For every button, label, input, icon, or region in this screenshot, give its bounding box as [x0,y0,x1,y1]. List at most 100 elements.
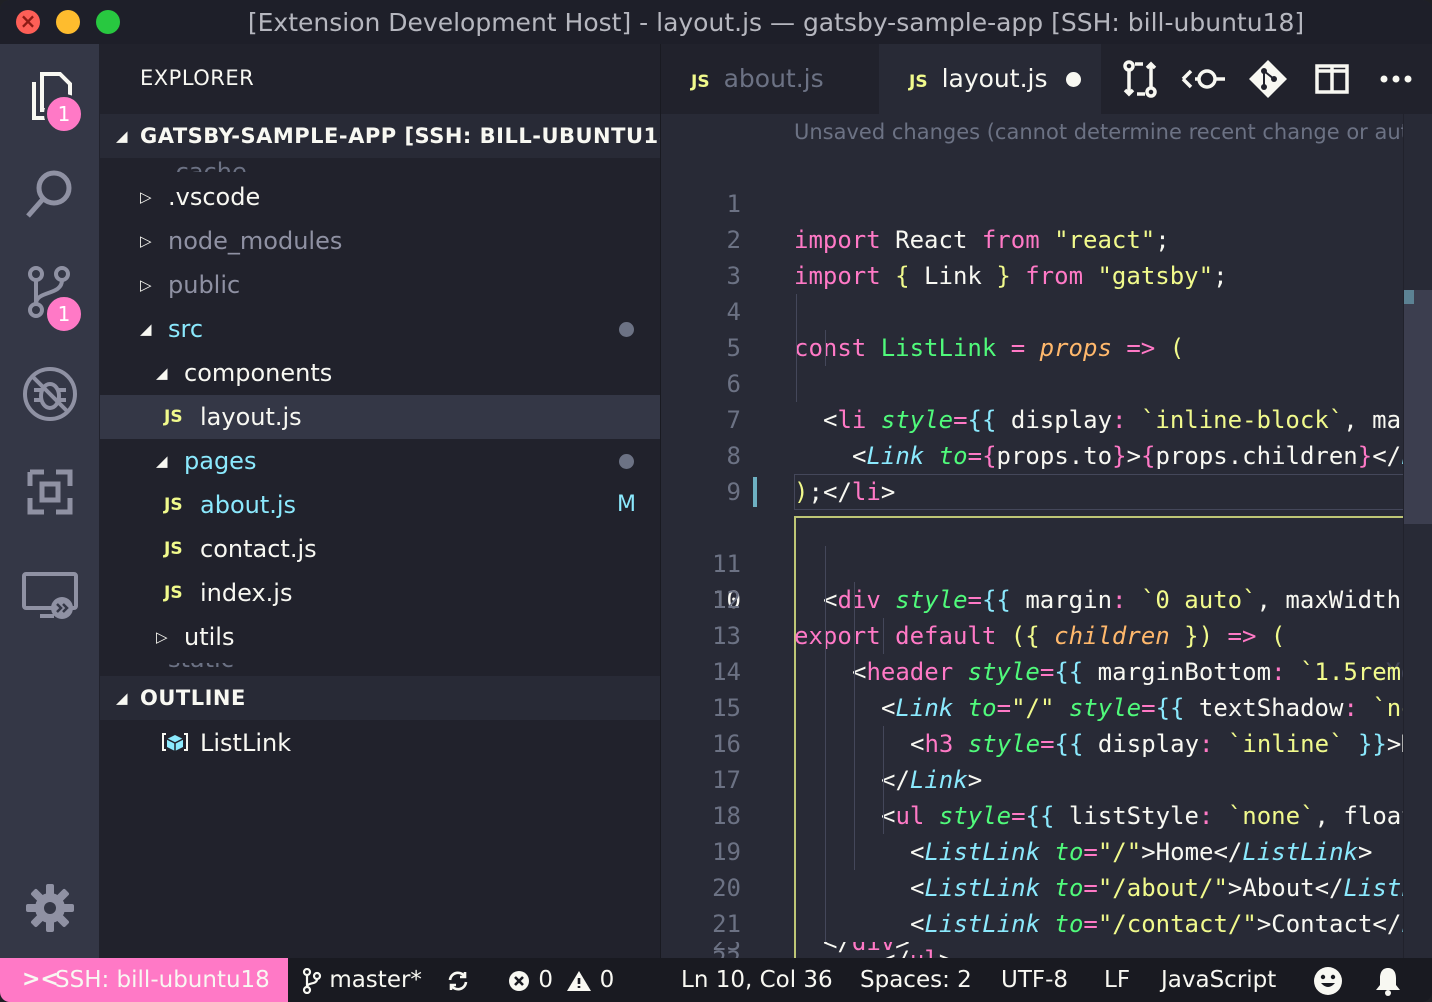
code-line: 3 [726,262,741,290]
tree-item-cache[interactable]: .cache [168,158,247,172]
codelens-hint[interactable]: Unsaved changes (cannot determine recent… [794,120,1430,144]
chevron-right-icon: ▷ [140,188,152,206]
window-title: [Extension Development Host] - layout.js… [247,8,1305,37]
tree-file-index-js[interactable]: JS index.js [100,571,660,615]
debug-icon[interactable] [20,364,80,424]
code-line: 23 </div> [712,942,910,956]
code-line: 18 <ListLink to="/about/">About</ListLi [661,762,1432,902]
chevron-down-icon: ◢ [140,320,152,338]
tree-folder-components[interactable]: ◢ components [100,351,660,395]
split-editor-icon[interactable] [1307,54,1357,104]
dirty-diff-marker[interactable] [753,477,757,507]
tree-file-layout-js[interactable]: JS layout.js [100,395,660,439]
title-bar: [Extension Development Host] - layout.js… [0,0,1432,45]
code-line: 13 <Link to="/" style={{ textShadow: `no… [661,582,1432,722]
code-line: 8 ); [726,442,823,506]
tree-folder-vscode[interactable]: ▷ .vscode [100,175,660,219]
search-icon[interactable] [20,164,80,224]
remote-icon: >< [22,967,59,992]
explorer-sidebar: EXPLORER ◢ GATSBY-SAMPLE-APP [SSH: BILL-… [100,44,661,958]
chevron-down-icon: ◢ [156,452,168,470]
tree-folder-public[interactable]: ▷ public [100,263,660,307]
more-actions-icon[interactable] [1371,54,1421,104]
chevron-right-icon: ▷ [140,232,152,250]
language-mode[interactable]: JavaScript [1161,958,1276,1002]
code-line: 7 </li> [661,366,1432,506]
code-line: 22 {children} [661,906,1432,958]
javascript-file-icon: JS [164,495,183,515]
code-line: 20 </ul> [661,834,1432,958]
minimize-window-button[interactable] [56,10,80,34]
activity-bar: 1 1 [0,44,100,958]
code-line: 21 </header> [661,870,1432,938]
code-line: 2 import { Link } from "gatsby"; [726,226,1228,290]
tree-folder-node-modules[interactable]: ▷ node_modules [100,219,660,263]
sync-icon[interactable] [446,958,470,1002]
editor-tabs: JS about.js JS layout.js [661,44,1432,114]
code-line: 14 <h3 style={{ display: `inline` }}>My [661,618,1432,758]
tree-folder-utils[interactable]: ▷ utils [100,615,660,659]
javascript-file-icon: JS [164,583,183,603]
problems-indicator[interactable]: 0 0 [507,958,614,1002]
error-icon [509,970,529,991]
collapse-chevron-icon: ◢ [116,689,129,707]
editor-area: JS about.js JS layout.js Unsaved changes… [661,44,1432,958]
git-branch-icon [302,967,322,994]
tree-file-about-js[interactable]: JS about.js M [100,483,660,527]
code-line: 12 <header style={{ marginBottom: `1.5re… [661,546,1432,686]
branch-indicator[interactable]: master* [302,958,422,1002]
code-line: 5 <li style={{ display: `inline-block`, … [661,294,1432,434]
chevron-right-icon: ▷ [140,276,152,294]
eol-setting[interactable]: LF [1104,958,1130,1002]
scrollbar-change-marker [1404,290,1414,304]
unsaved-dot-icon[interactable] [1066,72,1081,87]
vscode-window: [Extension Development Host] - layout.js… [0,0,1432,1002]
editor-scrollbar[interactable] [1403,114,1432,958]
modified-status-badge: M [617,492,636,517]
close-window-button[interactable] [16,9,40,34]
maximize-window-button[interactable] [96,10,120,34]
source-control-badge: 1 [44,294,84,334]
code-line: 4 const ListLink = props => ( [726,298,1185,362]
tree-item-static[interactable]: static [168,663,234,675]
cursor-position[interactable]: Ln 10, Col 36 [681,958,833,1002]
tab-layout-js[interactable]: JS layout.js [879,44,1101,114]
code-line: 11 <div style={{ margin: `0 auto`, maxWi… [712,550,1432,614]
chevron-right-icon: ▷ [156,628,168,646]
workspace-section-header[interactable]: ◢ GATSBY-SAMPLE-APP [SSH: BILL-UBUNTU18] [100,114,660,158]
outline-section-header[interactable]: ◢ OUTLINE [100,676,660,720]
status-bar: >< SSH: bill-ubuntu18 master* 0 0 Ln 10,… [0,958,1432,1002]
current-code-line: 10 export default ({ children }) => ( Yo… [661,474,1432,686]
tree-folder-pages[interactable]: ◢ pages [100,439,660,483]
explorer-badge: 1 [44,94,84,134]
encoding-setting[interactable]: UTF-8 [1001,958,1068,1002]
remote-indicator[interactable]: >< SSH: bill-ubuntu18 [0,958,288,1002]
feedback-smiley-icon[interactable] [1312,958,1344,1002]
modified-dot-icon [619,454,634,469]
extensions-icon[interactable] [20,462,80,522]
open-changes-icon[interactable] [1115,54,1165,104]
code-line: 15 </Link> [661,654,1432,794]
indentation-setting[interactable]: Spaces: 2 [860,958,972,1002]
tree-file-contact-js[interactable]: JS contact.js [100,527,660,571]
variable-symbol-icon [160,721,190,765]
explorer-title: EXPLORER [140,66,255,90]
warning-icon [567,970,592,991]
chevron-down-icon: ◢ [156,364,168,382]
code-line: 16 <ul style={{ listStyle: `none`, float… [661,690,1432,830]
toggle-blame-icon[interactable] [1179,54,1229,104]
tree-folder-src[interactable]: ◢ src [100,307,660,351]
code-line: 6 <Link to={props.to}>{props.children}</… [661,330,1432,470]
settings-gear-icon[interactable] [20,878,80,938]
code-line: 19 <ListLink to="/contact/">Contact</Li [661,798,1432,938]
javascript-file-icon: JS [909,72,928,92]
tab-about-js[interactable]: JS about.js [661,44,877,114]
scrollbar-thumb[interactable] [1404,290,1432,524]
notifications-bell-icon[interactable] [1374,958,1402,1002]
javascript-file-icon: JS [164,407,183,427]
javascript-file-icon: JS [691,72,710,92]
collapse-chevron-icon: ◢ [116,127,129,145]
git-compare-icon[interactable] [1243,54,1293,104]
remote-explorer-icon[interactable] [20,564,80,624]
outline-item-listlink[interactable]: ListLink [100,721,660,765]
